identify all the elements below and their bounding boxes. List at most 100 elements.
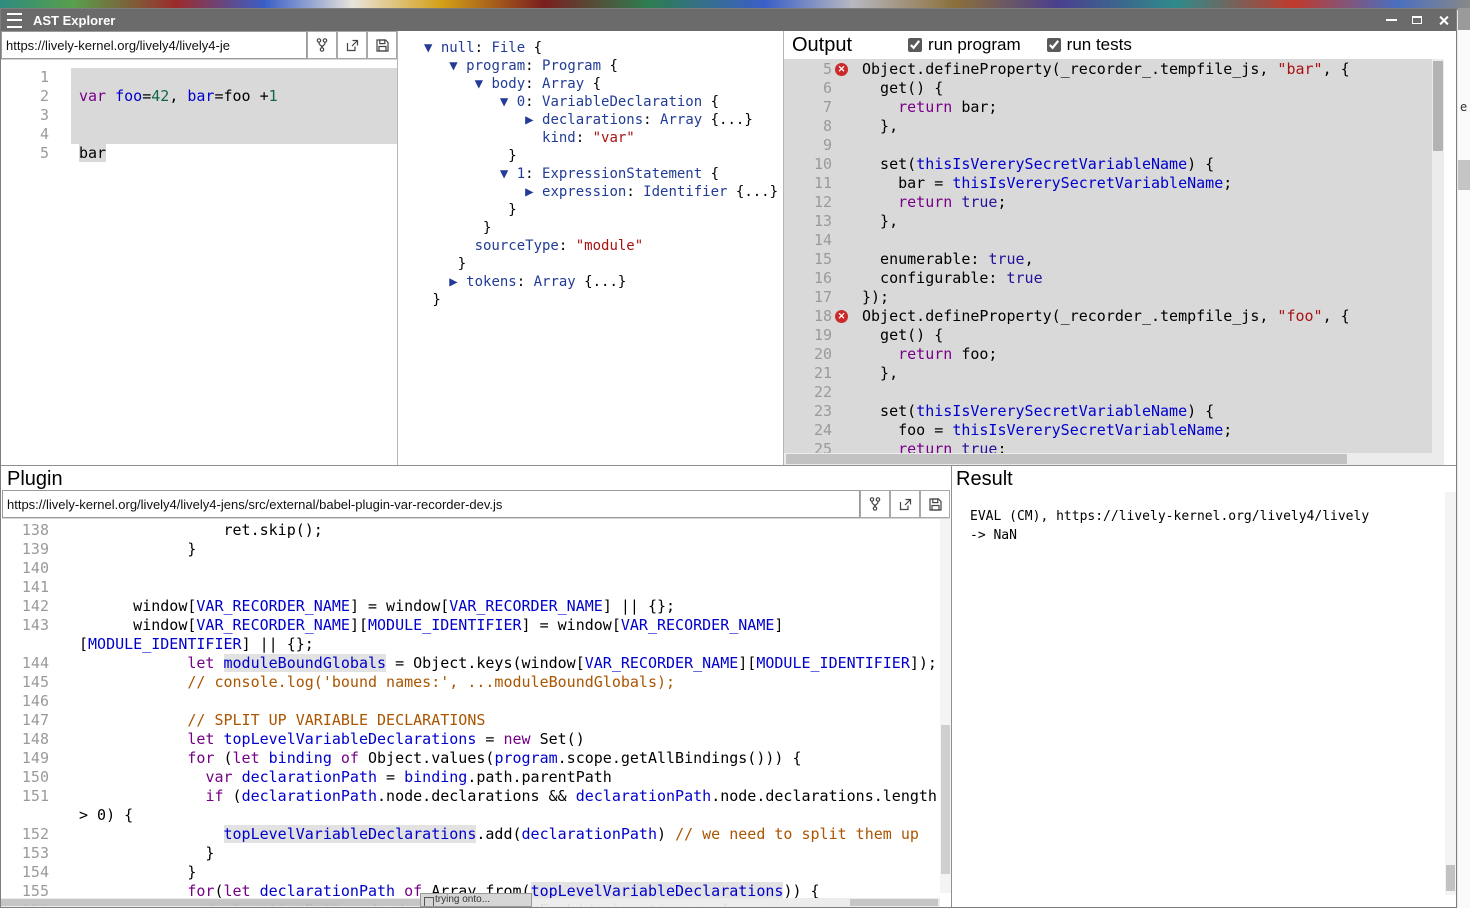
ast-node-line[interactable]: sourceType: "module" — [424, 237, 783, 255]
output-hscroll-thumb[interactable] — [786, 454, 1347, 464]
code-line[interactable]: 147 // SPLIT UP VARIABLE DECLARATIONS — [1, 711, 951, 730]
plugin-editor[interactable]: 138 ret.skip();139 }140141142 window[VAR… — [1, 519, 951, 907]
source-open-external-button[interactable] — [337, 31, 367, 59]
code-line[interactable]: [MODULE_IDENTIFIER] || {}; — [1, 635, 951, 654]
ast-node-line[interactable]: ▼ null: File { — [424, 39, 783, 57]
code-line[interactable]: 143 window[VAR_RECORDER_NAME][MODULE_IDE… — [1, 616, 951, 635]
code-line[interactable]: 24 foo = thisIsVererySecretVariableName; — [784, 421, 1444, 440]
source-fork-button[interactable] — [307, 31, 337, 59]
source-url-input[interactable] — [1, 31, 307, 59]
code-line[interactable]: 18✕Object.defineProperty(_recorder_.temp… — [784, 307, 1444, 326]
hamburger-menu-button[interactable] — [1, 13, 27, 28]
run-program-checkbox[interactable] — [908, 38, 922, 52]
ast-node-line[interactable]: } — [424, 291, 783, 309]
code-token: : — [626, 184, 643, 200]
code-token: let — [233, 749, 260, 767]
ast-node-line[interactable]: ▶ declarations: Array {...} — [424, 111, 783, 129]
code-line[interactable]: 145 // console.log('bound names:', ...mo… — [1, 673, 951, 692]
ast-node-line[interactable]: } — [424, 147, 783, 165]
code-line[interactable]: 138 ret.skip(); — [1, 521, 951, 540]
code-line[interactable]: 149 for (let binding of Object.values(pr… — [1, 749, 951, 768]
code-line[interactable]: 9 — [784, 136, 1444, 155]
line-number: 142 — [1, 597, 49, 616]
plugin-hscroll-thumb[interactable] — [1, 899, 421, 906]
code-line[interactable]: > 0) { — [1, 806, 951, 825]
code-line[interactable]: 13 }, — [784, 212, 1444, 231]
ast-node-line[interactable]: ▼ body: Array { — [424, 75, 783, 93]
plugin-url-input[interactable] — [2, 490, 860, 518]
output-vertical-scrollbar[interactable] — [1432, 59, 1444, 453]
code-line[interactable]: 146 — [1, 692, 951, 711]
output-vscroll-thumb[interactable] — [1433, 61, 1443, 151]
code-token: File — [491, 40, 525, 56]
code-line[interactable]: 1 — [1, 68, 397, 87]
ast-tree-pane[interactable]: ▼ null: File { ▼ program: Program { ▼ bo… — [398, 31, 784, 465]
output-horizontal-scrollbar[interactable] — [784, 453, 1444, 465]
code-line[interactable]: 5✕Object.defineProperty(_recorder_.tempf… — [784, 60, 1444, 79]
code-line[interactable]: 5bar — [1, 144, 397, 163]
plugin-vscroll-thumb[interactable] — [941, 725, 950, 875]
result-vertical-scrollbar[interactable] — [1445, 492, 1456, 895]
code-line[interactable]: 4 — [1, 125, 397, 144]
code-line[interactable]: 17}); — [784, 288, 1444, 307]
code-line[interactable]: 22 — [784, 383, 1444, 402]
plugin-hscroll-thumb-right[interactable] — [850, 899, 938, 906]
result-vscroll-thumb[interactable] — [1446, 865, 1455, 891]
code-line[interactable]: 15 enumerable: true, — [784, 250, 1444, 269]
code-line[interactable]: 21 }, — [784, 364, 1444, 383]
ast-node-line[interactable]: ▼ 1: ExpressionStatement { — [424, 165, 783, 183]
ast-node-line[interactable]: kind: "var" — [424, 129, 783, 147]
code-line[interactable]: 3 — [1, 106, 397, 125]
code-line[interactable]: 140 — [1, 559, 951, 578]
code-token: VAR_RECORDER_NAME — [196, 597, 350, 615]
close-button[interactable] — [1430, 10, 1456, 30]
code-line[interactable]: 148 let topLevelVariableDeclarations = n… — [1, 730, 951, 749]
window-titlebar[interactable]: AST Explorer — [1, 9, 1456, 31]
output-editor[interactable]: 5✕Object.defineProperty(_recorder_.tempf… — [784, 59, 1444, 465]
code-text: }, — [854, 212, 1444, 231]
error-icon[interactable]: ✕ — [835, 310, 848, 323]
code-line[interactable]: 2var foo=42, bar=foo +1 — [1, 87, 397, 106]
ast-node-line[interactable]: ▶ expression: Identifier {...} — [424, 183, 783, 201]
error-icon[interactable]: ✕ — [835, 63, 848, 76]
code-line[interactable]: 141 — [1, 578, 951, 597]
ast-node-line[interactable]: } — [424, 219, 783, 237]
plugin-save-button[interactable] — [920, 490, 950, 518]
ast-node-line[interactable]: ▼ 0: VariableDeclaration { — [424, 93, 783, 111]
code-line[interactable]: 151 if (declarationPath.node.declaration… — [1, 787, 951, 806]
code-line[interactable]: 14 — [784, 231, 1444, 250]
code-text: [MODULE_IDENTIFIER] || {}; — [71, 635, 951, 654]
code-line[interactable]: 19 get() { — [784, 326, 1444, 345]
code-line[interactable]: 16 configurable: true — [784, 269, 1444, 288]
code-line[interactable]: 8 }, — [784, 117, 1444, 136]
code-token: kind — [542, 130, 576, 146]
code-line[interactable]: 142 window[VAR_RECORDER_NAME] = window[V… — [1, 597, 951, 616]
code-line[interactable]: 6 get() { — [784, 79, 1444, 98]
ast-node-line[interactable]: ▶ tokens: Array {...} — [424, 273, 783, 291]
maximize-button[interactable] — [1404, 10, 1430, 30]
minimize-button[interactable] — [1378, 10, 1404, 30]
code-token: }, — [862, 364, 898, 382]
source-save-button[interactable] — [367, 31, 397, 59]
run-tests-checkbox[interactable] — [1047, 38, 1061, 52]
plugin-open-external-button[interactable] — [890, 490, 920, 518]
ast-node-line[interactable]: } — [424, 201, 783, 219]
source-editor[interactable]: 12var foo=42, bar=foo +1345bar — [1, 60, 397, 465]
ast-node-line[interactable]: } — [424, 255, 783, 273]
code-line[interactable]: 144 let moduleBoundGlobals = Object.keys… — [1, 654, 951, 673]
code-token: ▼ — [500, 94, 517, 110]
plugin-vertical-scrollbar[interactable] — [940, 519, 951, 893]
plugin-fork-button[interactable] — [860, 490, 890, 518]
code-line[interactable]: 153 } — [1, 844, 951, 863]
code-line[interactable]: 139 } — [1, 540, 951, 559]
code-line[interactable]: 20 return foo; — [784, 345, 1444, 364]
code-line[interactable]: 152 topLevelVariableDeclarations.add(dec… — [1, 825, 951, 844]
code-line[interactable]: 154 } — [1, 863, 951, 882]
code-line[interactable]: 12 return true; — [784, 193, 1444, 212]
ast-node-line[interactable]: ▼ program: Program { — [424, 57, 783, 75]
code-line[interactable]: 150 var declarationPath = binding.path.p… — [1, 768, 951, 787]
code-line[interactable]: 11 bar = thisIsVererySecretVariableName; — [784, 174, 1444, 193]
code-line[interactable]: 10 set(thisIsVererySecretVariableName) { — [784, 155, 1444, 174]
code-line[interactable]: 7 return bar; — [784, 98, 1444, 117]
code-line[interactable]: 23 set(thisIsVererySecretVariableName) { — [784, 402, 1444, 421]
